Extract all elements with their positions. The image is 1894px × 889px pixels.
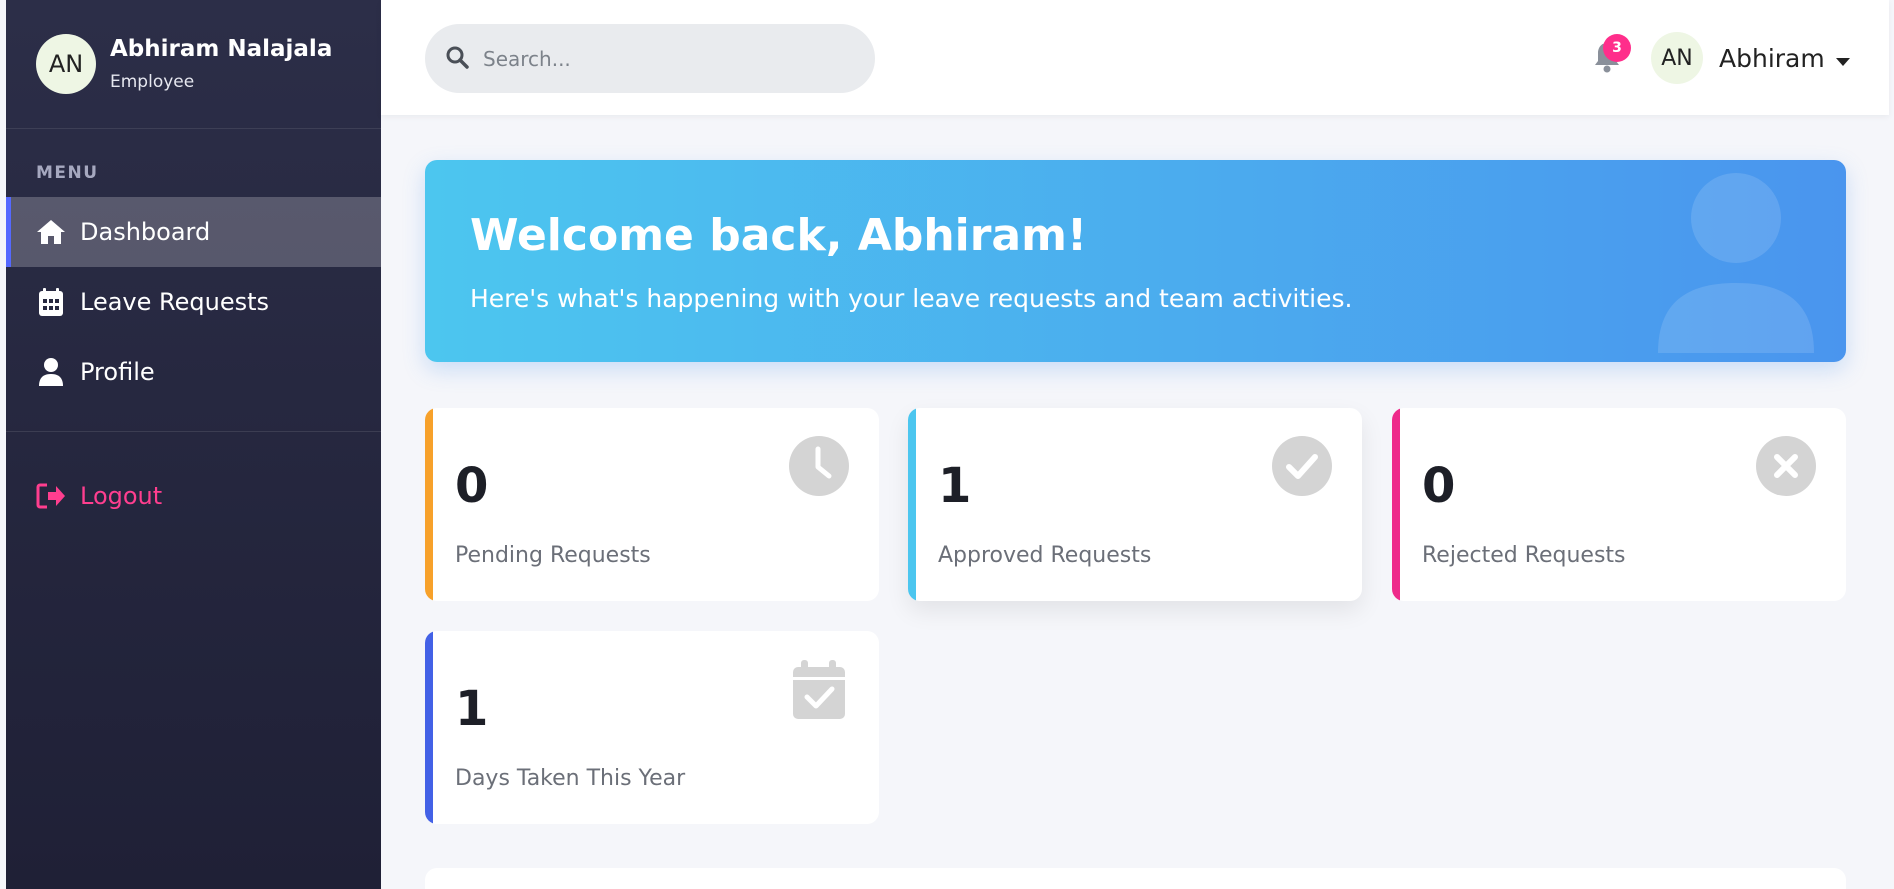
check-circle-icon bbox=[1272, 436, 1332, 496]
user-illustration-icon bbox=[1656, 168, 1816, 357]
logout-label: Logout bbox=[80, 482, 163, 510]
stat-label: Days Taken This Year bbox=[455, 766, 686, 791]
sidebar-item-leave-requests[interactable]: Leave Requests bbox=[6, 267, 381, 337]
stat-label: Approved Requests bbox=[938, 543, 1152, 568]
welcome-banner: Welcome back, Abhiram! Here's what's hap… bbox=[425, 160, 1846, 362]
user-menu-toggle[interactable]: Abhiram bbox=[1719, 40, 1851, 76]
content-card bbox=[425, 868, 1846, 889]
logout-button[interactable]: Logout bbox=[6, 476, 381, 516]
caret-down-icon bbox=[1835, 44, 1851, 73]
user-menu-name: Abhiram bbox=[1719, 43, 1825, 73]
stat-card-pending: 0 Pending Requests bbox=[425, 408, 879, 601]
sidebar-item-profile[interactable]: Profile bbox=[6, 337, 381, 407]
card-accent-stripe bbox=[425, 408, 433, 601]
sidebar-user-panel: AN Abhiram Nalajala Employee bbox=[6, 0, 381, 129]
home-icon bbox=[36, 217, 66, 247]
notification-badge: 3 bbox=[1603, 34, 1631, 62]
search-icon bbox=[445, 45, 469, 73]
welcome-title: Welcome back, Abhiram! bbox=[470, 210, 1088, 261]
logout-icon bbox=[36, 481, 66, 511]
x-circle-icon bbox=[1756, 436, 1816, 496]
sidebar: AN Abhiram Nalajala Employee MENU Dashbo… bbox=[6, 0, 381, 889]
card-accent-stripe bbox=[425, 631, 433, 824]
clock-icon bbox=[789, 436, 849, 496]
sidebar-nav: Dashboard Leave Requests Profile bbox=[6, 197, 381, 407]
stat-label: Rejected Requests bbox=[1422, 543, 1626, 568]
sidebar-divider bbox=[6, 431, 381, 432]
welcome-subtitle: Here's what's happening with your leave … bbox=[470, 284, 1353, 313]
card-accent-stripe bbox=[908, 408, 916, 601]
user-icon bbox=[36, 357, 66, 387]
sidebar-item-label: Dashboard bbox=[80, 218, 211, 246]
stat-card-rejected: 0 Rejected Requests bbox=[1392, 408, 1846, 601]
card-accent-stripe bbox=[1392, 408, 1400, 601]
sidebar-item-label: Leave Requests bbox=[80, 288, 270, 316]
search-input[interactable] bbox=[483, 46, 863, 71]
avatar: AN bbox=[36, 34, 96, 94]
avatar[interactable]: AN bbox=[1651, 32, 1703, 84]
stat-value: 0 bbox=[455, 458, 489, 514]
stat-card-days-taken: 1 Days Taken This Year bbox=[425, 631, 879, 824]
stat-value: 1 bbox=[455, 681, 489, 737]
top-bar: 3 AN Abhiram bbox=[381, 0, 1889, 115]
user-role: Employee bbox=[110, 72, 195, 92]
user-name: Abhiram Nalajala bbox=[110, 36, 333, 62]
search-box bbox=[425, 24, 875, 93]
calendar-check-icon bbox=[789, 659, 849, 719]
stat-card-approved: 1 Approved Requests bbox=[908, 408, 1362, 601]
sidebar-item-dashboard[interactable]: Dashboard bbox=[6, 197, 381, 267]
stat-label: Pending Requests bbox=[455, 543, 651, 568]
stat-value: 0 bbox=[1422, 458, 1456, 514]
sidebar-item-label: Profile bbox=[80, 358, 155, 386]
menu-label: MENU bbox=[36, 163, 99, 183]
stat-value: 1 bbox=[938, 458, 972, 514]
calendar-icon bbox=[36, 287, 66, 317]
